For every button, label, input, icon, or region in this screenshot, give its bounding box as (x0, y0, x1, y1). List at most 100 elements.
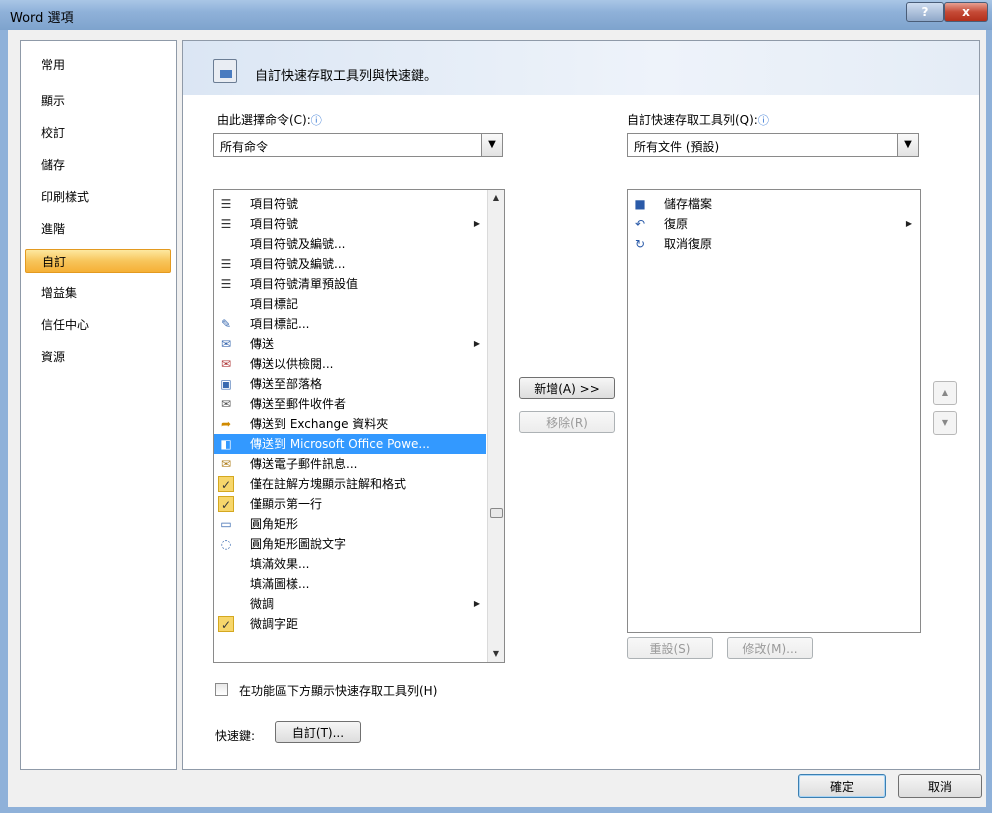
list-bullets-icon: ☰ (220, 217, 232, 231)
nav-item-proofing[interactable]: 校訂 (21, 121, 176, 145)
chevron-down-icon[interactable]: ▼ (897, 134, 918, 156)
command-item[interactable]: ☰ 項目符號清單預設值 (214, 274, 486, 294)
word-options-window: Word 選項 ? x 常用 顯示 校訂 儲存 印刷樣式 進階 自訂 增益集 信… (0, 0, 992, 813)
section-banner: 自訂快速存取工具列與快速鍵。 (183, 41, 979, 95)
reset-button[interactable]: 重設(S) (627, 637, 713, 659)
move-up-button[interactable]: ▲ (933, 381, 957, 405)
chevron-down-icon[interactable]: ▼ (481, 134, 502, 156)
command-item[interactable]: 填滿圖樣... (214, 574, 486, 594)
send-icon: ✉ (220, 337, 232, 351)
toolbar-label: 復原 (664, 217, 689, 231)
command-label: 項目符號及編號... (250, 237, 346, 251)
command-label: 項目符號 (250, 197, 299, 211)
cancel-button[interactable]: 取消 (898, 774, 982, 798)
command-label: 傳送電子郵件訊息... (250, 457, 358, 471)
info-icon: ⓘ (310, 114, 322, 127)
toolbar-item[interactable]: ↻ 取消復原 (628, 234, 918, 254)
show-below-ribbon-label: 在功能區下方顯示快速存取工具列(H) (239, 684, 438, 698)
close-button[interactable]: x (944, 2, 988, 22)
rounded-callout-icon: ◌ (220, 537, 232, 551)
submenu-arrow-icon: ▶ (905, 219, 912, 228)
command-item[interactable]: ✓ 僅在註解方塊顯示註解和格式 (214, 474, 486, 494)
help-button[interactable]: ? (906, 2, 944, 22)
modify-button[interactable]: 修改(M)... (727, 637, 813, 659)
command-label: 傳送至郵件收件者 (250, 397, 347, 411)
toolbar-label: 取消復原 (664, 237, 713, 251)
toolbar-item[interactable]: ■ 儲存檔案 (628, 194, 918, 214)
remove-button[interactable]: 移除(R) (519, 411, 615, 433)
command-item[interactable]: ✉ 傳送至郵件收件者 (214, 394, 486, 414)
scroll-up-icon[interactable]: ▲ (488, 190, 504, 206)
command-item[interactable]: ☰ 項目符號及編號... (214, 254, 486, 274)
command-label: 填滿效果... (250, 557, 310, 571)
command-item[interactable]: ✉ 傳送 ▶ (214, 334, 486, 354)
nav-item-print-styles[interactable]: 印刷樣式 (21, 185, 176, 209)
mark-entry-icon: ✎ (220, 317, 232, 331)
command-label: 圓角矩形 (250, 517, 299, 531)
command-item[interactable]: 項目標記 (214, 294, 486, 314)
checkmark-icon: ✓ (218, 496, 234, 512)
move-down-button[interactable]: ▼ (933, 411, 957, 435)
commands-list[interactable]: ▲ ▼ ☰ 項目符號 ☰ 項目符號 ▶ 項目符號及編號... ☰ 項目符號及編號... ☰ 項目符… (213, 189, 505, 663)
command-label: 僅在註解方塊顯示註解和格式 (250, 477, 407, 491)
command-item[interactable]: ☰ 項目符號 ▶ (214, 214, 486, 234)
toolbar-item[interactable]: ↶ 復原 ▶ (628, 214, 918, 234)
customize-toolbar-combo[interactable]: 所有文件 (預設) ▼ (627, 133, 919, 157)
command-item[interactable]: 微調 ▶ (214, 594, 486, 614)
commands-scrollbar[interactable]: ▲ ▼ (487, 190, 504, 662)
command-item[interactable]: 填滿效果... (214, 554, 486, 574)
window-frame-bottom (0, 807, 992, 813)
title-bar[interactable]: Word 選項 ? x (0, 0, 992, 30)
window-frame-left (0, 30, 8, 813)
command-item[interactable]: ✎ 項目標記... (214, 314, 486, 334)
window-title: Word 選項 (10, 11, 74, 26)
command-label: 僅顯示第一行 (250, 497, 323, 511)
scroll-down-icon[interactable]: ▼ (488, 646, 504, 662)
command-item[interactable]: ✓ 僅顯示第一行 (214, 494, 486, 514)
command-label: 傳送至部落格 (250, 377, 323, 391)
info-icon: ⓘ (757, 114, 769, 127)
email-message-icon: ✉ (220, 457, 232, 471)
show-below-ribbon-checkbox[interactable] (215, 683, 228, 696)
nav-item-advanced[interactable]: 進階 (21, 217, 176, 241)
nav-item-resources[interactable]: 資源 (21, 345, 176, 369)
checkmark-icon: ✓ (218, 616, 234, 632)
nav-item-save[interactable]: 儲存 (21, 153, 176, 177)
list-bullets-icon: ☰ (220, 257, 232, 271)
command-label: 傳送到 Exchange 資料夾 (250, 417, 389, 431)
command-item[interactable]: ▣ 傳送至部落格 (214, 374, 486, 394)
list-bullets-icon: ☰ (220, 197, 232, 211)
nav-item-add-ins[interactable]: 增益集 (21, 281, 176, 305)
command-label: 項目符號清單預設值 (250, 277, 359, 291)
customize-shortcuts-button[interactable]: 自訂(T)... (275, 721, 361, 743)
powerpoint-icon: ◧ (220, 437, 232, 451)
command-item[interactable]: 項目符號及編號... (214, 234, 486, 254)
customize-panel: 自訂快速存取工具列與快速鍵。 由此選擇命令(C):ⓘ 所有命令 ▼ 自訂快速存取… (182, 40, 980, 770)
nav-item-display[interactable]: 顯示 (21, 89, 176, 113)
command-item[interactable]: ✉ 傳送以供檢閱... (214, 354, 486, 374)
nav-item-customize[interactable]: 自訂 (25, 249, 171, 273)
scroll-thumb[interactable] (490, 508, 503, 518)
blog-icon: ▣ (220, 377, 232, 391)
ok-button[interactable]: 確定 (798, 774, 886, 798)
command-item[interactable]: ◧ 傳送到 Microsoft Office Powe... (214, 434, 486, 454)
command-item[interactable]: ✓ 微調字距 (214, 614, 486, 634)
command-item[interactable]: ✉ 傳送電子郵件訊息... (214, 454, 486, 474)
command-item[interactable]: ▭ 圓角矩形 (214, 514, 486, 534)
window-frame-right (986, 30, 992, 813)
list-bullets-icon: ☰ (220, 277, 232, 291)
add-button[interactable]: 新增(A) >> (519, 377, 615, 399)
nav-item-popular[interactable]: 常用 (21, 53, 176, 77)
mail-recipient-icon: ✉ (220, 397, 232, 411)
nav-item-trust-center[interactable]: 信任中心 (21, 313, 176, 337)
command-item[interactable]: ➦ 傳送到 Exchange 資料夾 (214, 414, 486, 434)
command-item[interactable]: ◌ 圓角矩形圖說文字 (214, 534, 486, 554)
command-item[interactable]: ☰ 項目符號 (214, 194, 486, 214)
quick-access-toolbar-icon (213, 59, 237, 83)
shortcut-label: 快速鍵: (215, 729, 256, 743)
submenu-arrow-icon: ▶ (473, 219, 480, 228)
choose-commands-combo[interactable]: 所有命令 ▼ (213, 133, 503, 157)
toolbar-items-list[interactable]: ■ 儲存檔案 ↶ 復原 ▶ ↻ 取消復原 (627, 189, 921, 633)
undo-icon: ↶ (634, 217, 646, 231)
command-label: 項目符號 (250, 217, 299, 231)
